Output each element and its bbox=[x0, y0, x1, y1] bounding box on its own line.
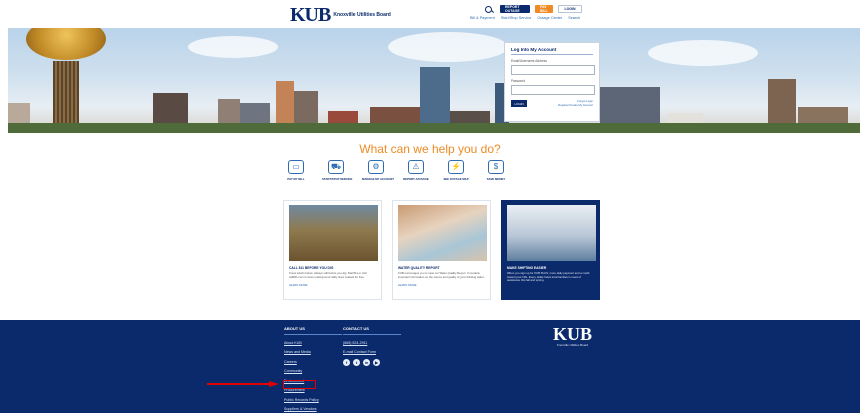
card-title: MAKE SHIFTING EASIER bbox=[507, 266, 547, 270]
red-arrow-icon bbox=[207, 381, 279, 387]
footer-email-link[interactable]: E-mail Contact Form bbox=[343, 350, 401, 354]
service-outage-map[interactable]: ⚡ SEE OUTAGE MAP bbox=[442, 160, 470, 181]
card-body: Know what's below. Always call before yo… bbox=[289, 271, 367, 279]
service-label: SEE OUTAGE MAP bbox=[443, 177, 469, 181]
cloud bbox=[188, 36, 278, 58]
kub-logo[interactable]: KUB Knoxville Utilities Board bbox=[290, 4, 391, 26]
footer-about-title: ABOUT US bbox=[284, 326, 342, 335]
footer-link[interactable]: Community bbox=[284, 369, 342, 373]
card-body: KUB encourages you to view our Water Qua… bbox=[398, 271, 485, 279]
search-icon[interactable] bbox=[485, 5, 492, 13]
logo-text: Knoxville Utilities Board bbox=[333, 12, 391, 18]
login-title: Log Into My Account bbox=[511, 47, 593, 55]
card-water-quality[interactable]: WATER QUALITY REPORT KUB encourages you … bbox=[392, 200, 491, 300]
password-label: Password bbox=[511, 79, 525, 83]
footer-link[interactable]: About KUB bbox=[284, 341, 342, 345]
login-links: Forgot Login Register/Create My Account bbox=[558, 99, 593, 107]
cloud bbox=[648, 40, 758, 66]
footer-contact-title: CONTACT US bbox=[343, 326, 401, 335]
site-footer: ABOUT US About KUB News and Media Career… bbox=[0, 320, 860, 413]
help-title: What can we help you do? bbox=[359, 142, 501, 156]
card-shifting[interactable]: MAKE SHIFTING EASIER When you sign up fo… bbox=[501, 200, 600, 300]
youtube-icon[interactable]: ▶ bbox=[373, 359, 380, 366]
sunsphere-ball bbox=[26, 28, 106, 60]
pay-bill-button[interactable]: PAY BILL bbox=[535, 5, 553, 13]
nav-item[interactable]: Search bbox=[568, 16, 580, 20]
service-manage-account[interactable]: ⚙ MANAGE MY ACCOUNT bbox=[362, 160, 395, 181]
logo-mark: KUB bbox=[290, 4, 331, 26]
email-field[interactable] bbox=[511, 65, 595, 75]
service-pay-bill[interactable]: ▭ PAY MY BILL bbox=[282, 160, 310, 181]
footer-link[interactable]: News and Media bbox=[284, 350, 342, 354]
nav-item[interactable]: Start/Stop Service bbox=[501, 16, 532, 20]
social-links: f t in ▶ bbox=[343, 359, 401, 366]
card-learn-more-link[interactable]: LEARN MORE bbox=[398, 283, 485, 287]
footer-link[interactable]: Public Records Policy bbox=[284, 398, 342, 402]
nav-item[interactable]: Bill & Payment bbox=[470, 16, 495, 20]
cloud bbox=[388, 32, 508, 62]
footer-logo[interactable]: KUB Knoxville Utilities Board bbox=[553, 324, 593, 347]
truck-icon: ⛟ bbox=[328, 160, 344, 174]
gear-icon: ⚙ bbox=[368, 160, 384, 174]
payment-icon: ▭ bbox=[288, 160, 304, 174]
header-nav: Bill & Payment Start/Stop Service Outage… bbox=[470, 16, 580, 20]
login-button[interactable]: LOGIN bbox=[558, 5, 582, 13]
service-label: PAY MY BILL bbox=[287, 177, 305, 181]
footer-phone-link[interactable]: (865) 524-2911 bbox=[343, 341, 401, 345]
footer-logo-text: Knoxville Utilities Board bbox=[556, 343, 589, 347]
linkedin-icon[interactable]: in bbox=[363, 359, 370, 366]
card-call-811[interactable]: CALL 811 BEFORE YOU DIG Know what's belo… bbox=[283, 200, 382, 300]
outage-icon: ⚡ bbox=[448, 160, 464, 174]
login-panel: Log Into My Account Email/Username Addre… bbox=[504, 42, 600, 122]
service-report-issue[interactable]: ⚠ REPORT AN ISSUE bbox=[402, 160, 430, 181]
service-label: SAVE MONEY bbox=[486, 177, 506, 181]
hero-skyline: Log Into My Account Email/Username Addre… bbox=[8, 28, 860, 133]
service-label: START/STOP SERVICE bbox=[322, 177, 353, 181]
service-save-money[interactable]: $ SAVE MONEY bbox=[482, 160, 510, 181]
card-title: CALL 811 BEFORE YOU DIG bbox=[289, 266, 334, 270]
promo-cards: CALL 811 BEFORE YOU DIG Know what's belo… bbox=[283, 200, 600, 300]
service-links: ▭ PAY MY BILL ⛟ START/STOP SERVICE ⚙ MAN… bbox=[282, 160, 510, 181]
header-actions: REPORT OUTAGE PAY BILL LOGIN bbox=[485, 5, 582, 13]
treeline bbox=[8, 123, 860, 133]
footer-logo-mark: KUB bbox=[553, 324, 593, 344]
twitter-icon[interactable]: t bbox=[353, 359, 360, 366]
report-outage-button[interactable]: REPORT OUTAGE bbox=[500, 5, 530, 13]
footer-contact: CONTACT US (865) 524-2911 E-mail Contact… bbox=[343, 326, 401, 366]
register-link[interactable]: Register/Create My Account bbox=[558, 103, 593, 107]
highlight-box bbox=[283, 380, 316, 389]
card-image-digging bbox=[289, 205, 378, 261]
card-image-water bbox=[398, 205, 487, 261]
facebook-icon[interactable]: f bbox=[343, 359, 350, 366]
page: KUB Knoxville Utilities Board REPORT OUT… bbox=[0, 0, 860, 413]
site-header: KUB Knoxville Utilities Board REPORT OUT… bbox=[0, 0, 860, 28]
email-label: Email/Username Address bbox=[511, 59, 547, 63]
card-image-workers bbox=[507, 205, 596, 261]
login-row: LOGIN Forgot Login Register/Create My Ac… bbox=[511, 99, 593, 108]
service-label: MANAGE MY ACCOUNT bbox=[362, 177, 395, 181]
password-field[interactable] bbox=[511, 85, 595, 95]
footer-link[interactable]: Suppliers & Vendors bbox=[284, 407, 342, 411]
savings-icon: $ bbox=[488, 160, 504, 174]
service-label: REPORT AN ISSUE bbox=[403, 177, 429, 181]
nav-item[interactable]: Outage Center bbox=[537, 16, 562, 20]
login-submit-button[interactable]: LOGIN bbox=[511, 100, 527, 108]
service-start-stop[interactable]: ⛟ START/STOP SERVICE bbox=[322, 160, 353, 181]
footer-about: ABOUT US About KUB News and Media Career… bbox=[284, 326, 342, 411]
card-body: When you sign up for KUB PLUS, more dail… bbox=[507, 271, 590, 283]
card-title: WATER QUALITY REPORT bbox=[398, 266, 440, 270]
footer-link[interactable]: Careers bbox=[284, 360, 342, 364]
card-learn-more-link[interactable]: LEARN MORE bbox=[289, 283, 376, 287]
report-icon: ⚠ bbox=[408, 160, 424, 174]
